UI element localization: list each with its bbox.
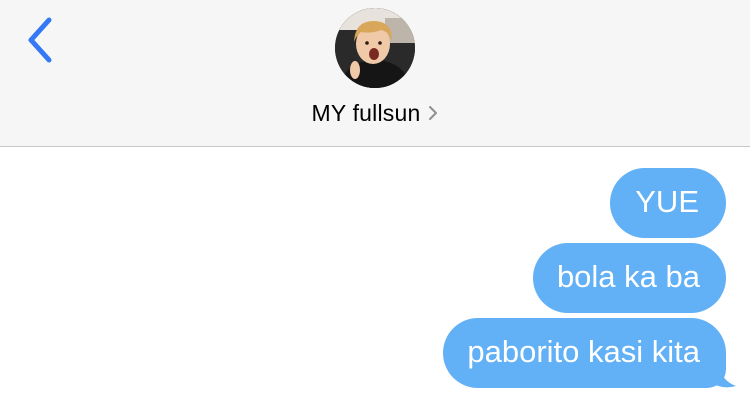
contact-name: MY fullsun [311,99,421,126]
conversation-header: MY fullsun [0,0,750,147]
message-text: paborito kasi kita [467,334,700,369]
message-bubble[interactable]: YUE [610,168,726,238]
message-text: YUE [635,184,699,219]
chevron-left-icon [28,17,52,63]
message-list: YUE bola ka ba paborito kasi kita [443,168,736,388]
message-bubble[interactable]: bola ka ba [532,243,726,313]
bubble-tail-icon [706,364,736,388]
back-button[interactable] [18,14,62,66]
message-bubble[interactable]: paborito kasi kita [443,318,736,388]
chevron-right-icon [428,105,438,121]
contact-avatar-photo [335,8,415,88]
contact-name-button[interactable]: MY fullsun [0,98,750,128]
messages-screen: MY fullsun YUE bola ka ba paborito kasi … [0,0,750,404]
avatar[interactable] [335,8,415,88]
message-text: bola ka ba [556,259,700,294]
